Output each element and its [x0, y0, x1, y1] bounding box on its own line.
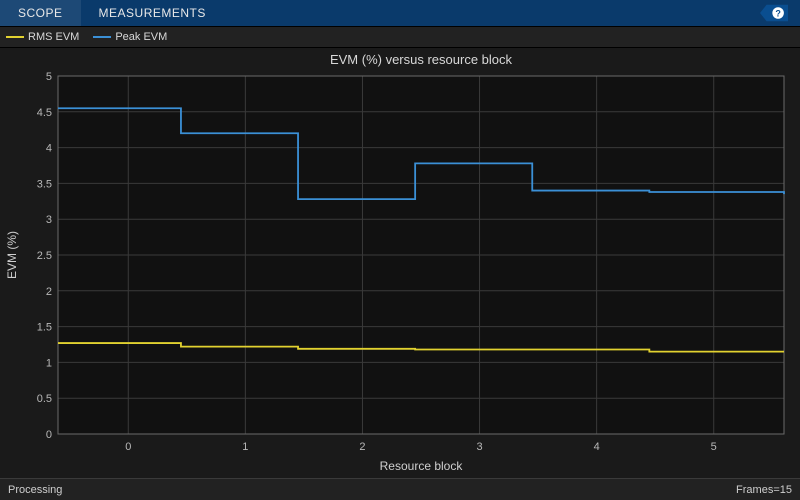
- legend-swatch: [6, 36, 24, 38]
- top-menu-bar: SCOPE MEASUREMENTS ?: [0, 0, 800, 26]
- svg-text:EVM (%) versus resource block: EVM (%) versus resource block: [330, 52, 513, 67]
- status-bar: Processing Frames=15: [0, 478, 800, 500]
- status-left: Processing: [8, 484, 62, 496]
- plot-svg: 0 0.5 1 1.5 2 2.5 3 3.5 4 4.5 5 0 1 2 3 4 5 EVM (%) versu…: [0, 48, 800, 478]
- svg-text:1: 1: [242, 441, 248, 453]
- app-root: SCOPE MEASUREMENTS ? RMS EVM Peak EVM 00…: [0, 0, 800, 500]
- svg-text:4.5: 4.5: [37, 107, 52, 119]
- menu-measurements[interactable]: MEASUREMENTS: [81, 0, 224, 26]
- svg-text:4: 4: [594, 441, 600, 453]
- legend-label: Peak EVM: [115, 31, 167, 43]
- svg-text:0.5: 0.5: [37, 393, 52, 405]
- svg-text:3: 3: [46, 214, 52, 226]
- svg-text:4: 4: [46, 143, 52, 155]
- svg-text:5: 5: [711, 441, 717, 453]
- svg-text:2: 2: [359, 441, 365, 453]
- svg-text:3: 3: [476, 441, 482, 453]
- svg-text:0: 0: [125, 441, 131, 453]
- menu-scope[interactable]: SCOPE: [0, 0, 81, 26]
- legend-label: RMS EVM: [28, 31, 79, 43]
- plot-zone: 0 0.5 1 1.5 2 2.5 3 3.5 4 4.5 5 0 1 2 3 4 5 EVM (%) versu…: [0, 48, 800, 478]
- help-icon: ?: [760, 3, 788, 23]
- menu-label: SCOPE: [18, 6, 63, 20]
- svg-text:Resource block: Resource block: [380, 459, 464, 473]
- svg-text:2: 2: [46, 286, 52, 298]
- svg-text:3.5: 3.5: [37, 178, 52, 190]
- svg-text:5: 5: [46, 71, 52, 83]
- svg-text:1: 1: [46, 357, 52, 369]
- menu-label: MEASUREMENTS: [99, 6, 206, 20]
- help-button[interactable]: ?: [760, 3, 794, 23]
- svg-text:0: 0: [46, 429, 52, 441]
- svg-text:?: ?: [775, 8, 781, 18]
- svg-text:1.5: 1.5: [37, 322, 52, 334]
- status-right: Frames=15: [736, 484, 792, 496]
- svg-text:2.5: 2.5: [37, 250, 52, 262]
- legend-swatch: [93, 36, 111, 38]
- legend-bar: RMS EVM Peak EVM: [0, 26, 800, 48]
- legend-item-rms: RMS EVM: [6, 31, 79, 43]
- legend-item-peak: Peak EVM: [93, 31, 167, 43]
- svg-text:EVM (%): EVM (%): [5, 231, 19, 279]
